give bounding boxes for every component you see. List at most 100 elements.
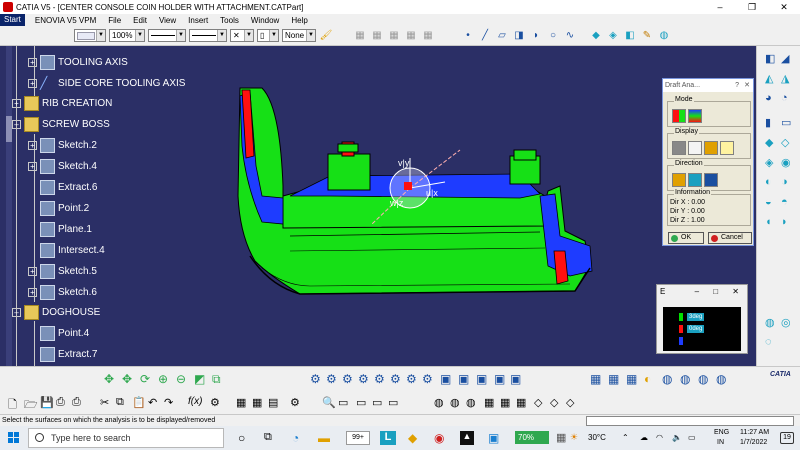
tree-node-sketch-4[interactable]: + Sketch.4	[28, 156, 97, 176]
view-mode-2-icon[interactable]: ▣	[458, 372, 472, 386]
network-icon[interactable]: ☁	[640, 433, 648, 442]
tree-node-point-2[interactable]: Point.2	[40, 198, 89, 218]
point-type-combo[interactable]: ✕ ▼	[230, 29, 254, 42]
snap-grid-icon[interactable]: ◍	[466, 396, 480, 410]
boundary-icon[interactable]: ◖	[765, 216, 779, 230]
quick-print-icon[interactable]: ⎙	[72, 396, 86, 410]
legend-window-buttons[interactable]: – □ ✕	[695, 285, 745, 299]
grid-3-icon[interactable]: ▦	[516, 396, 530, 410]
connect-icon[interactable]: ◌	[765, 336, 779, 350]
temperature[interactable]: 30°C	[588, 433, 606, 442]
print-icon[interactable]: ⎙	[56, 396, 70, 410]
maximize-button[interactable]: ❐	[736, 0, 768, 14]
clock-time[interactable]: 11:27 AM	[740, 429, 769, 436]
view-mode-3-icon[interactable]: ▣	[476, 372, 490, 386]
rendering-style-combo[interactable]: ▯ ▼	[257, 29, 279, 42]
zoom-out-icon[interactable]: ⊖	[176, 372, 190, 386]
tree-node-side-core-axis[interactable]: + ╱ SIDE CORE TOOLING AXIS	[28, 73, 185, 93]
update-icon[interactable]: ▭	[388, 396, 402, 410]
render-2-icon[interactable]: ▦	[608, 372, 622, 386]
dialog-close-button[interactable]: ✕	[744, 79, 750, 92]
translate-icon[interactable]: ◈	[765, 156, 779, 170]
menu-edit[interactable]: Edit	[127, 16, 153, 25]
rotate-view-icon[interactable]: ⟳	[140, 372, 154, 386]
line-thickness-combo[interactable]: ▼	[148, 29, 186, 42]
render-4-icon[interactable]: ◐	[644, 372, 658, 386]
extrude-icon[interactable]: ◨	[512, 29, 526, 43]
analysis-6-icon[interactable]: ⚙	[390, 372, 404, 386]
join-icon[interactable]: ✎	[640, 29, 654, 43]
tools-icon[interactable]: ⚙	[290, 396, 304, 410]
sketch-tool-icon[interactable]: ▦	[353, 29, 367, 43]
analysis-2-icon[interactable]: ⚙	[326, 372, 340, 386]
line-type-combo[interactable]: ▼	[189, 29, 227, 42]
pattern-icon[interactable]: ◒	[765, 196, 779, 210]
layer-icon[interactable]: ◇	[534, 396, 548, 410]
tree-node-intersect-4[interactable]: Intersect.4	[40, 240, 105, 260]
inspection-icon[interactable]	[704, 141, 718, 155]
edge-icon[interactable]: ◔	[292, 431, 306, 445]
lock-direction-icon[interactable]	[704, 173, 718, 187]
app-2-icon[interactable]: ▣	[488, 431, 502, 445]
tree-node-tooling-axis[interactable]: + TOOLING AXIS	[28, 52, 128, 72]
line-tool-icon[interactable]: ╱	[478, 29, 492, 43]
spline-icon[interactable]: ∿	[563, 29, 577, 43]
layer-combo[interactable]: None ▼	[282, 29, 316, 42]
grid-icon[interactable]: ▦	[484, 396, 498, 410]
tray-expand-icon[interactable]: ⌃	[622, 433, 629, 442]
fill-icon[interactable]: ◆	[589, 29, 603, 43]
chrome-icon[interactable]: ◉	[434, 431, 448, 445]
analysis-4-icon[interactable]: ⚙	[358, 372, 372, 386]
define-icon[interactable]: ▭	[356, 396, 370, 410]
trim-icon[interactable]: ◆	[765, 136, 779, 150]
dimension-icon[interactable]: ▦	[421, 29, 435, 43]
expand-icon[interactable]: +	[28, 161, 37, 171]
offset-icon[interactable]: ◮	[781, 72, 795, 86]
formula-icon[interactable]: f(x)	[188, 396, 202, 410]
view-mode-5-icon[interactable]: ▣	[510, 372, 524, 386]
mail-badge[interactable]: 99+	[346, 431, 370, 445]
grid-2-icon[interactable]: ▦	[500, 396, 514, 410]
pan-icon[interactable]: ✥	[122, 372, 136, 386]
expand-icon[interactable]: +	[28, 57, 37, 67]
tree-node-sketch-2[interactable]: + Sketch.2	[28, 135, 97, 155]
surface-icon[interactable]: ◭	[765, 72, 779, 86]
command-input[interactable]	[586, 416, 794, 426]
swap-visible-icon[interactable]: ◍	[434, 396, 448, 410]
task-view-icon[interactable]: ⧉	[264, 431, 278, 445]
taskbar-search-box[interactable]: Type here to search	[28, 428, 224, 448]
knowledge-icon[interactable]: ⚙	[210, 396, 224, 410]
extract-tool-icon[interactable]: ▭	[781, 116, 795, 130]
menu-window[interactable]: Window	[245, 16, 285, 25]
blend-icon[interactable]: ◧	[623, 29, 637, 43]
symmetry-icon[interactable]: ◐	[765, 176, 779, 190]
redo-icon[interactable]: ↷	[164, 396, 178, 410]
scan-icon[interactable]: ▭	[338, 396, 352, 410]
draft-analysis-icon[interactable]: ◧	[765, 52, 779, 66]
menu-tools[interactable]: Tools	[214, 16, 245, 25]
insert-icon[interactable]: ▭	[372, 396, 386, 410]
battery-indicator[interactable]: 70%	[515, 431, 549, 444]
heal-icon[interactable]: ◍	[657, 29, 671, 43]
tree-node-doghouse[interactable]: – DOGHOUSE	[12, 302, 100, 322]
view-mode-4-icon[interactable]: ▣	[494, 372, 508, 386]
notification-badge[interactable]: 19	[780, 432, 794, 444]
paste-icon[interactable]: 📋	[132, 396, 146, 410]
analysis-8-icon[interactable]: ⚙	[422, 372, 436, 386]
render-6-icon[interactable]: ◍	[680, 372, 694, 386]
legend-label-upper[interactable]: 3deg	[687, 313, 705, 321]
cylinder-icon[interactable]: ▮	[765, 116, 779, 130]
battery-icon[interactable]: ▭	[688, 433, 696, 442]
render-1-icon[interactable]: ▦	[590, 372, 604, 386]
tree-node-plane-1[interactable]: Plane.1	[40, 219, 92, 239]
cortana-icon[interactable]: ○	[238, 431, 252, 445]
catalog-icon[interactable]: ▤	[268, 396, 282, 410]
expand-icon[interactable]: +	[12, 98, 21, 108]
color-scale-button[interactable]	[672, 141, 686, 155]
analysis-3-icon[interactable]: ⚙	[342, 372, 356, 386]
view-mode-1-icon[interactable]: ▣	[440, 372, 454, 386]
extrapolate-icon[interactable]: ◓	[781, 196, 795, 210]
fillet-icon[interactable]: ◕	[765, 92, 779, 106]
tree-node-sketch-5[interactable]: + Sketch.5	[28, 261, 97, 281]
minimize-button[interactable]: –	[704, 0, 736, 14]
